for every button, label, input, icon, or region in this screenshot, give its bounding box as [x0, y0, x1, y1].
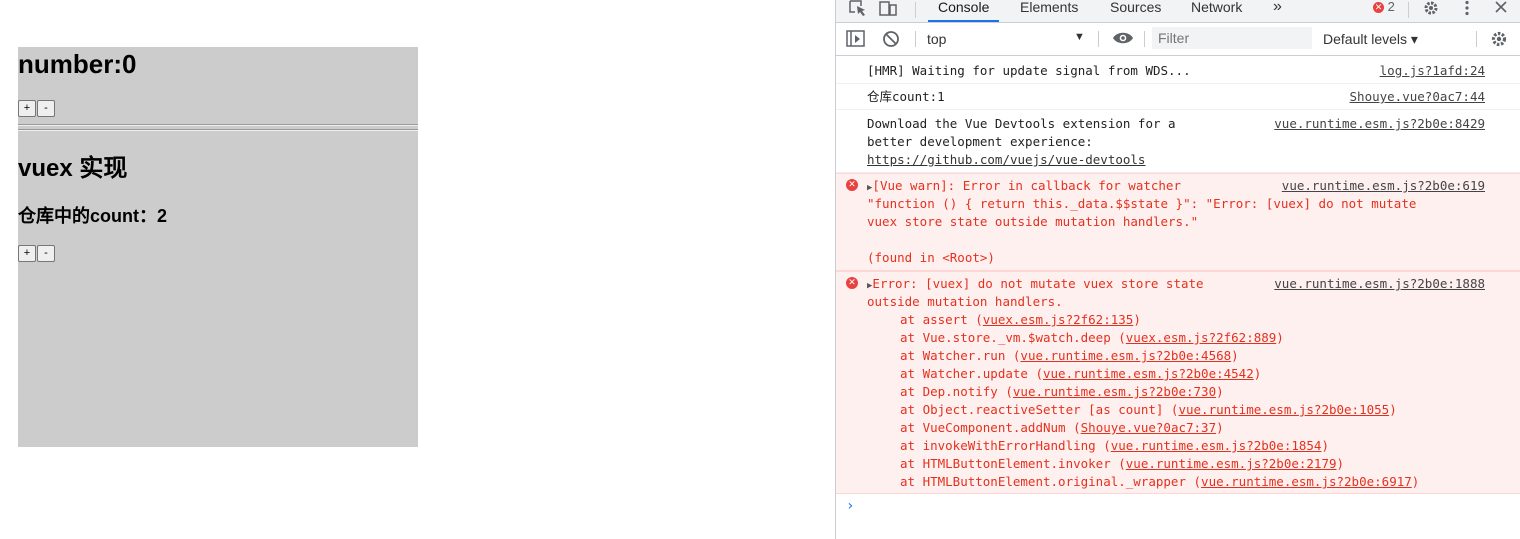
console-message: 仓库count:1 Shouye.vue?0ac7:44 [836, 84, 1520, 110]
message-text: [HMR] Waiting for update signal from WDS… [867, 63, 1191, 78]
stack-frame: at assert (vuex.esm.js?2f62:135) [900, 312, 1141, 327]
store-increment-button[interactable]: + [18, 245, 36, 262]
tab-console[interactable]: Console [927, 0, 1000, 22]
store-count: 仓库中的count：2 [18, 206, 168, 226]
app-container: number:0 + - vuex 实现 仓库中的count：2 + - [18, 47, 418, 447]
stack-frame: at Watcher.update (vue.runtime.esm.js?2b… [900, 366, 1262, 381]
stack-frame-link[interactable]: vue.runtime.esm.js?2b0e:1854 [1111, 438, 1322, 453]
filter-input[interactable] [1152, 27, 1312, 49]
counter-title: number:0 [18, 49, 137, 79]
stack-frame: at HTMLButtonElement.original._wrapper (… [900, 474, 1420, 489]
more-options-icon[interactable] [1456, 0, 1478, 22]
message-source-link[interactable]: vue.runtime.esm.js?2b0e:8429 [1274, 115, 1485, 133]
stack-frame-link[interactable]: vuex.esm.js?2f62:135 [983, 312, 1134, 327]
message-text: ▶Error: [vuex] do not mutate vuex store … [867, 276, 1204, 291]
tab-elements[interactable]: Elements [1020, 0, 1078, 22]
stack-frame-link[interactable]: vue.runtime.esm.js?2b0e:1055 [1178, 402, 1389, 417]
toolbar-separator [1408, 2, 1409, 18]
counter-buttons: + - [18, 100, 55, 117]
console-messages: [HMR] Waiting for update signal from WDS… [836, 58, 1520, 524]
console-settings-gear-icon[interactable] [1490, 30, 1508, 48]
stack-frame-link[interactable]: vuex.esm.js?2f62:889 [1126, 330, 1277, 345]
increment-button[interactable]: + [18, 100, 36, 117]
context-selector[interactable]: top [927, 31, 946, 47]
message-text: outside mutation handlers. [867, 294, 1063, 309]
stack-frame-link[interactable]: Shouye.vue?0ac7:37 [1081, 420, 1216, 435]
tab-network[interactable]: Network [1191, 0, 1242, 22]
error-count: 2 [1387, 0, 1395, 14]
toolbar-separator [1476, 31, 1477, 47]
stack-frame: at Dep.notify (vue.runtime.esm.js?2b0e:7… [900, 384, 1224, 399]
store-buttons: + - [18, 245, 55, 262]
devtools-url-link[interactable]: https://github.com/vuejs/vue-devtools [867, 151, 1145, 169]
toolbar-separator [915, 31, 916, 47]
message-source-link[interactable]: vue.runtime.esm.js?2b0e:619 [1282, 177, 1485, 195]
stack-frame: at VueComponent.addNum (Shouye.vue?0ac7:… [900, 420, 1224, 435]
device-toolbar-icon[interactable] [879, 0, 899, 22]
divider [18, 129, 418, 131]
console-error-message: ✕ ▶[Vue warn]: Error in callback for wat… [836, 173, 1520, 271]
divider [18, 124, 418, 126]
prompt-chevron-icon: › [846, 498, 855, 514]
sidebar-toggle-icon[interactable] [846, 30, 866, 48]
close-devtools-icon[interactable] [1490, 0, 1512, 22]
stack-frame-link[interactable]: vue.runtime.esm.js?2b0e:2179 [1126, 456, 1337, 471]
stack-frame: at Object.reactiveSetter [as count] (vue… [900, 402, 1397, 417]
toolbar-separator [1144, 31, 1145, 47]
message-text: (found in <Root>) [867, 250, 995, 265]
error-icon: ✕ [846, 179, 858, 191]
stack-frame-link[interactable]: vue.runtime.esm.js?2b0e:730 [1013, 384, 1216, 399]
decrement-button[interactable]: - [37, 100, 55, 117]
stack-frame-link[interactable]: vue.runtime.esm.js?2b0e:6917 [1201, 474, 1412, 489]
clear-console-icon[interactable] [882, 30, 900, 48]
message-text: 仓库count:1 [867, 89, 945, 104]
console-toolbar: top ▼ Default levels ▾ [836, 23, 1520, 56]
store-decrement-button[interactable]: - [37, 245, 55, 262]
vuex-title: vuex 实现 [18, 155, 128, 182]
console-prompt[interactable]: › [836, 494, 1520, 524]
devtools-tabbar: Console Elements Sources Network » ✕ 2 [836, 0, 1520, 23]
devtools-panel: Console Elements Sources Network » ✕ 2 t… [835, 0, 1520, 539]
toolbar-separator [1098, 31, 1099, 47]
toolbar-separator [915, 2, 916, 18]
inspect-element-icon[interactable] [848, 0, 868, 22]
message-text: "function () { return this._data.$$state… [867, 196, 1417, 211]
message-text: Download the Vue Devtools extension for … [867, 116, 1176, 131]
message-source-link[interactable]: log.js?1afd:24 [1380, 62, 1485, 80]
console-message: [HMR] Waiting for update signal from WDS… [836, 58, 1520, 84]
message-source-link[interactable]: Shouye.vue?0ac7:44 [1350, 88, 1485, 106]
error-icon: ✕ [1373, 2, 1384, 13]
tab-sources[interactable]: Sources [1110, 0, 1161, 22]
error-count-badge[interactable]: ✕ 2 [1373, 0, 1395, 13]
console-error-message: ✕ ▶Error: [vuex] do not mutate vuex stor… [836, 271, 1520, 494]
more-tabs-button[interactable]: » [1273, 0, 1282, 22]
message-text: vuex store state outside mutation handle… [867, 214, 1199, 229]
context-dropdown-icon[interactable]: ▼ [1074, 31, 1085, 43]
message-source-link[interactable]: vue.runtime.esm.js?2b0e:1888 [1274, 275, 1485, 293]
stack-frame: at Watcher.run (vue.runtime.esm.js?2b0e:… [900, 348, 1239, 363]
error-icon: ✕ [846, 277, 858, 289]
stack-frame: at invokeWithErrorHandling (vue.runtime.… [900, 438, 1329, 453]
message-text: ▶[Vue warn]: Error in callback for watch… [867, 178, 1181, 193]
log-levels-dropdown[interactable]: Default levels ▾ [1323, 31, 1418, 48]
stack-frame-link[interactable]: vue.runtime.esm.js?2b0e:4568 [1020, 348, 1231, 363]
stack-frame-link[interactable]: vue.runtime.esm.js?2b0e:4542 [1043, 366, 1254, 381]
live-expression-eye-icon[interactable] [1112, 31, 1134, 49]
console-message: Download the Vue Devtools extension for … [836, 110, 1520, 173]
message-text: better development experience: [867, 134, 1093, 149]
settings-gear-icon[interactable] [1420, 0, 1442, 22]
stack-frame: at Vue.store._vm.$watch.deep (vuex.esm.j… [900, 330, 1284, 345]
stack-frame: at HTMLButtonElement.invoker (vue.runtim… [900, 456, 1345, 471]
